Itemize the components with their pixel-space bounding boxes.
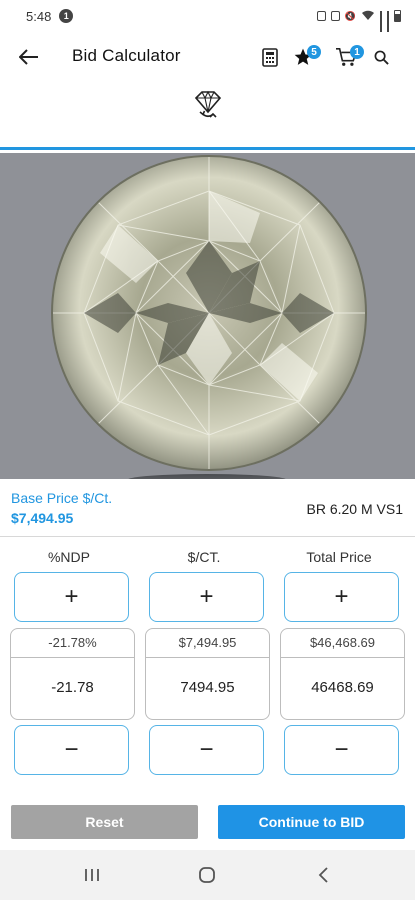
total-price-minus-button[interactable]: − xyxy=(284,725,399,775)
calculator-icon[interactable] xyxy=(257,44,283,70)
per-carat-minus-button[interactable]: − xyxy=(149,725,264,775)
cart-count-badge: 1 xyxy=(350,45,364,59)
ndp-plus-button[interactable]: + xyxy=(14,572,129,622)
notification-badge: 1 xyxy=(59,9,74,23)
per-carat-header: $/CT. xyxy=(187,549,221,565)
stone-description: BR 6.20 M VS1 xyxy=(306,501,404,517)
search-icon[interactable] xyxy=(368,44,394,70)
page-title: Bid Calculator xyxy=(72,46,181,65)
star-icon[interactable]: 5 xyxy=(290,44,321,70)
total-price-plus-button[interactable]: + xyxy=(284,572,399,622)
total-price-value-box: $46,468.69 46468.69 xyxy=(280,628,405,720)
alarm-icon xyxy=(330,11,340,21)
bid-calculator: %NDP + -21.78% -21.78 − $/CT. + $7,494.9… xyxy=(0,537,415,799)
app-header: Bid Calculator 5 1 xyxy=(0,32,415,150)
signal-icon xyxy=(380,10,382,38)
signal-2-icon xyxy=(387,10,389,38)
status-time: 5:48 xyxy=(26,8,52,24)
reset-button[interactable]: Reset xyxy=(11,805,198,839)
stone-info-row: Base Price $/Ct. $7,494.95 BR 6.20 M VS1 xyxy=(0,479,415,537)
per-carat-column: $/CT. + $7,494.95 7494.95 − xyxy=(145,537,270,775)
per-carat-input[interactable]: 7494.95 xyxy=(146,658,269,718)
lock-icon xyxy=(316,11,326,21)
ndp-display-value: -21.78% xyxy=(11,629,134,658)
wifi-icon xyxy=(361,10,375,23)
per-carat-value-box: $7,494.95 7494.95 xyxy=(145,628,270,720)
total-price-header: Total Price xyxy=(306,549,372,565)
home-icon[interactable] xyxy=(195,864,219,886)
back-icon[interactable] xyxy=(311,864,335,886)
ndp-column: %NDP + -21.78% -21.78 − xyxy=(10,537,135,775)
diamond-shape-icon[interactable] xyxy=(190,88,226,122)
total-price-input[interactable]: 46468.69 xyxy=(281,658,404,718)
diamond-image xyxy=(0,153,415,479)
per-carat-plus-button[interactable]: + xyxy=(149,572,264,622)
status-bar: 5:48 1 🔇 xyxy=(0,0,415,38)
ndp-value-box: -21.78% -21.78 xyxy=(10,628,135,720)
ndp-header: %NDP xyxy=(47,549,90,565)
mute-icon: 🔇 xyxy=(344,10,356,21)
total-price-display-value: $46,468.69 xyxy=(281,629,404,658)
system-nav-bar xyxy=(0,850,415,900)
recent-apps-icon[interactable] xyxy=(80,864,104,886)
ndp-input[interactable]: -21.78 xyxy=(11,658,134,718)
total-price-column: Total Price + $46,468.69 46468.69 − xyxy=(280,537,405,775)
cart-icon[interactable]: 1 xyxy=(333,44,364,70)
favorites-count-badge: 5 xyxy=(307,45,321,59)
per-carat-display-value: $7,494.95 xyxy=(146,629,269,658)
base-price-label: Base Price $/Ct. xyxy=(11,490,113,506)
ndp-minus-button[interactable]: − xyxy=(14,725,129,775)
back-arrow-icon[interactable] xyxy=(16,44,42,70)
action-buttons: Reset Continue to BID xyxy=(0,799,415,850)
base-price-value: $7,494.95 xyxy=(11,510,74,526)
battery-icon xyxy=(394,10,401,22)
status-icons: 🔇 xyxy=(316,10,401,38)
continue-to-bid-button[interactable]: Continue to BID xyxy=(218,805,405,839)
